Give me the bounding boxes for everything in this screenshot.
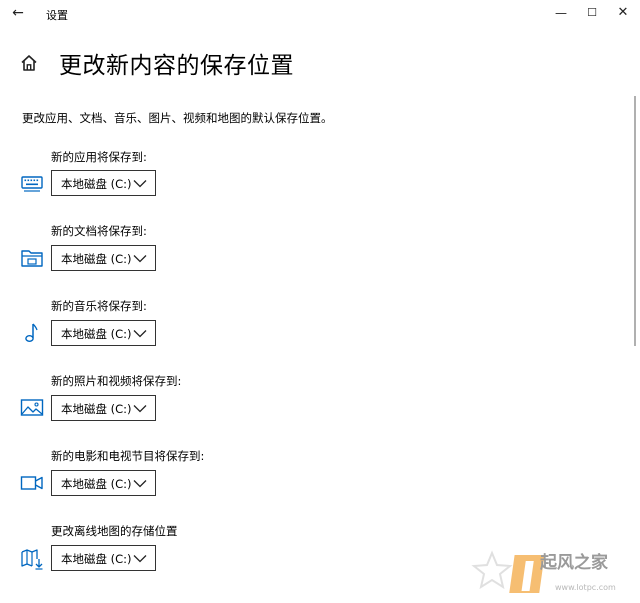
- keyboard-icon: [21, 176, 43, 192]
- documents-drive-select[interactable]: 本地磁盘 (C:): [51, 245, 156, 271]
- scrollbar[interactable]: [634, 96, 636, 346]
- back-button[interactable]: ←: [6, 2, 30, 24]
- watermark-url: www.lotpc.com: [555, 583, 616, 592]
- title-bar: ← 设置 — ☐ ✕: [0, 0, 640, 30]
- movies-save-label: 新的电影和电视节目将保存到:: [51, 449, 205, 463]
- map-download-icon: [21, 549, 43, 570]
- chevron-down-icon: [133, 180, 147, 188]
- page-description: 更改应用、文档、音乐、图片、视频和地图的默认保存位置。: [22, 111, 333, 125]
- documents-folder-icon: [21, 250, 43, 267]
- picture-icon: [20, 399, 44, 416]
- video-camera-icon: [20, 476, 43, 490]
- apps-drive-value: 本地磁盘 (C:): [61, 177, 132, 191]
- documents-drive-value: 本地磁盘 (C:): [61, 252, 132, 266]
- chevron-down-icon: [133, 480, 147, 488]
- music-drive-select[interactable]: 本地磁盘 (C:): [51, 320, 156, 346]
- photos-drive-value: 本地磁盘 (C:): [61, 402, 132, 416]
- chevron-down-icon: [133, 555, 147, 563]
- chevron-down-icon: [133, 405, 147, 413]
- minimize-button[interactable]: —: [546, 3, 576, 23]
- home-icon[interactable]: [19, 53, 39, 73]
- music-drive-value: 本地磁盘 (C:): [61, 327, 132, 341]
- movies-drive-select[interactable]: 本地磁盘 (C:): [51, 470, 156, 496]
- chevron-down-icon: [133, 255, 147, 263]
- maps-save-label: 更改离线地图的存储位置: [51, 524, 178, 538]
- watermark-text: 起风之家: [540, 553, 608, 573]
- photos-save-label: 新的照片和视频将保存到:: [51, 374, 182, 388]
- maximize-button[interactable]: ☐: [577, 3, 607, 23]
- chevron-down-icon: [133, 330, 147, 338]
- music-save-label: 新的音乐将保存到:: [51, 299, 147, 313]
- photos-drive-select[interactable]: 本地磁盘 (C:): [51, 395, 156, 421]
- maps-drive-select[interactable]: 本地磁盘 (C:): [51, 545, 156, 571]
- apps-drive-select[interactable]: 本地磁盘 (C:): [51, 170, 156, 196]
- page-title: 更改新内容的保存位置: [59, 53, 294, 79]
- maps-drive-value: 本地磁盘 (C:): [61, 552, 132, 566]
- apps-save-label: 新的应用将保存到:: [51, 150, 147, 164]
- documents-save-label: 新的文档将保存到:: [51, 224, 147, 238]
- close-button[interactable]: ✕: [608, 3, 638, 23]
- window-title: 设置: [46, 9, 68, 22]
- movies-drive-value: 本地磁盘 (C:): [61, 477, 132, 491]
- music-note-icon: [25, 323, 38, 342]
